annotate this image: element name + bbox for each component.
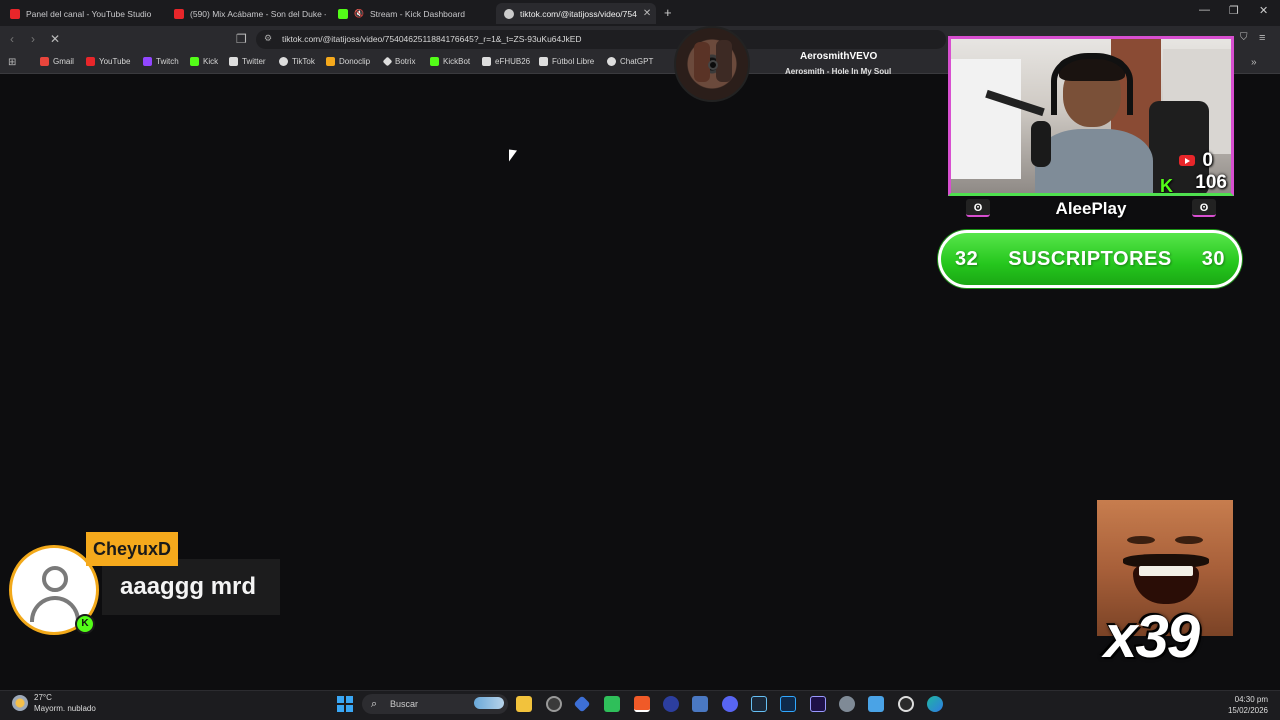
tab-label: Stream - Kick Dashboard xyxy=(369,8,465,19)
restore-icon[interactable]: ❐ xyxy=(1229,4,1239,17)
settings-gear-icon[interactable] xyxy=(839,696,855,712)
tab-strip: Panel del canal - YouTube Studio (590) M… xyxy=(0,0,1280,26)
bookmark-efhub[interactable]: eFHUB26 xyxy=(482,57,530,66)
streamer-namebar: ʘ AleePlay ʘ xyxy=(958,198,1224,220)
bookmark-futbol-libre[interactable]: Fútbol Libre xyxy=(539,57,594,66)
tab-label: tiktok.com/@itatijoss/video/754 xyxy=(520,8,637,19)
weather-temp: 27°C xyxy=(34,693,52,702)
bookmark-twitch[interactable]: Twitch xyxy=(143,57,179,66)
bookmark-tiktok[interactable]: TikTok xyxy=(279,57,315,66)
kick-icon xyxy=(338,8,348,19)
menu-icon[interactable]: ≡ xyxy=(1259,32,1265,44)
tab-tiktok[interactable]: tiktok.com/@itatijoss/video/754 ✕ xyxy=(496,3,656,24)
futbol-libre-icon xyxy=(539,57,548,66)
streamer-name: AleePlay xyxy=(1055,199,1127,218)
new-tab-button[interactable]: + xyxy=(664,5,672,20)
logo-badge-icon: ʘ xyxy=(1192,199,1216,217)
edge-icon[interactable] xyxy=(927,696,943,712)
bookmark-donoclip[interactable]: Donoclip xyxy=(326,57,370,66)
search-highlight-icon xyxy=(474,697,504,709)
kick-icon xyxy=(190,57,199,66)
media-player-icon[interactable] xyxy=(663,696,679,712)
premiere-icon[interactable] xyxy=(810,696,826,712)
youtube-icon xyxy=(86,57,95,66)
discord-icon[interactable] xyxy=(722,696,738,712)
album-art-disc xyxy=(674,26,750,102)
youtube-icon xyxy=(174,8,184,19)
chat-username: CheyuxD xyxy=(86,532,179,566)
subscriber-goal-bar: 32 SUSCRIPTORES 30 xyxy=(938,230,1242,288)
weather-desc: Mayorm. nublado xyxy=(34,704,96,713)
tab-label: (590) Mix Acábame - Son del Duke - xyxy=(190,8,326,19)
bookmark-twitter[interactable]: Twitter xyxy=(229,57,266,66)
kick-icon: K xyxy=(75,614,95,634)
system-clock[interactable]: 04:30 pm 15/02/2026 xyxy=(1228,694,1268,716)
spreadsheet-icon[interactable] xyxy=(604,696,620,712)
bookmark-youtube[interactable]: YouTube xyxy=(86,57,130,66)
search-placeholder: Buscar xyxy=(390,699,419,709)
botrix-icon xyxy=(382,56,393,67)
clock-date: 15/02/2026 xyxy=(1227,706,1268,715)
emote-combo-count: x39 xyxy=(1104,603,1200,670)
kickbot-icon xyxy=(430,57,439,66)
efhub-icon xyxy=(482,57,491,66)
minimize-icon[interactable]: — xyxy=(1199,4,1210,16)
calculator-icon[interactable] xyxy=(692,696,708,712)
tab-label: Panel del canal - YouTube Studio xyxy=(26,8,152,19)
tab-youtube-studio[interactable]: Panel del canal - YouTube Studio xyxy=(2,3,162,24)
brave-browser-icon[interactable] xyxy=(634,696,650,712)
obs-icon[interactable] xyxy=(546,696,562,712)
address-bar[interactable]: ⚙ tiktok.com/@itatijoss/video/7540462511… xyxy=(256,30,946,49)
mouse-cursor-icon xyxy=(509,149,517,163)
kick-icon: K xyxy=(1160,176,1173,196)
weather-widget[interactable]: 27°C Mayorm. nublado xyxy=(12,692,96,714)
steam-icon[interactable] xyxy=(751,696,767,712)
subs-goal: 30 xyxy=(1201,247,1225,270)
bookmark-botrix[interactable]: Botrix xyxy=(382,56,415,67)
shield-icon[interactable]: ⛉ xyxy=(1240,32,1248,43)
url-text[interactable]: tiktok.com/@itatijoss/video/754046251188… xyxy=(282,34,582,44)
bookmark-kick[interactable]: Kick xyxy=(190,57,218,66)
youtube-icon xyxy=(1179,155,1195,166)
site-info-icon[interactable]: ⚙ xyxy=(264,33,272,44)
close-window-icon[interactable]: ✕ xyxy=(1259,4,1268,17)
notepad-icon[interactable] xyxy=(868,696,884,712)
kick-viewer-count: 106 xyxy=(1195,172,1227,193)
now-playing-song: Aerosmith - Hole In My Soul xyxy=(785,67,892,76)
webcam-frame: 0 K 106 xyxy=(948,36,1234,196)
close-tab-icon[interactable]: ✕ xyxy=(643,8,651,19)
now-playing-artist: AerosmithVEVO xyxy=(800,51,878,62)
more-bookmarks-icon[interactable]: » xyxy=(1251,57,1257,68)
twitch-icon xyxy=(143,57,152,66)
gmail-icon xyxy=(40,57,49,66)
chat-message: aaaggg mrd xyxy=(102,559,281,615)
stop-loading-icon[interactable]: ✕ xyxy=(50,32,60,46)
muted-icon[interactable]: 🔇 xyxy=(354,9,364,18)
chatgpt-icon xyxy=(607,57,616,66)
subs-label: SUSCRIPTORES xyxy=(1008,247,1172,270)
donoclip-icon xyxy=(326,57,335,66)
file-explorer-icon[interactable] xyxy=(516,696,532,712)
subs-current: 32 xyxy=(955,247,979,270)
tiktok-icon xyxy=(279,57,288,66)
play-icon[interactable] xyxy=(898,696,914,712)
bookmark-chatgpt[interactable]: ChatGPT xyxy=(607,57,653,66)
bookmark-icon[interactable]: ❐ xyxy=(236,32,247,46)
tab-youtube-mix[interactable]: (590) Mix Acábame - Son del Duke - xyxy=(166,3,326,24)
photoshop-icon[interactable] xyxy=(780,696,796,712)
windows-start-icon[interactable] xyxy=(337,696,353,712)
cloudy-weather-icon xyxy=(12,695,28,711)
search-icon: ⌕ xyxy=(371,698,378,710)
tab-kick-dashboard[interactable]: 🔇 Stream - Kick Dashboard xyxy=(330,3,490,24)
youtube-icon xyxy=(10,8,20,19)
tiktok-icon xyxy=(504,8,514,19)
youtube-viewer-count: 0 xyxy=(1202,150,1213,171)
apps-grid-icon[interactable]: ⊞ xyxy=(8,57,16,68)
clock-time: 04:30 pm xyxy=(1234,695,1268,704)
forward-icon[interactable]: › xyxy=(31,32,35,46)
bookmark-gmail[interactable]: Gmail xyxy=(40,57,74,66)
x-icon xyxy=(229,57,238,66)
bookmark-kickbot[interactable]: KickBot xyxy=(430,57,470,66)
back-icon[interactable]: ‹ xyxy=(10,32,14,46)
